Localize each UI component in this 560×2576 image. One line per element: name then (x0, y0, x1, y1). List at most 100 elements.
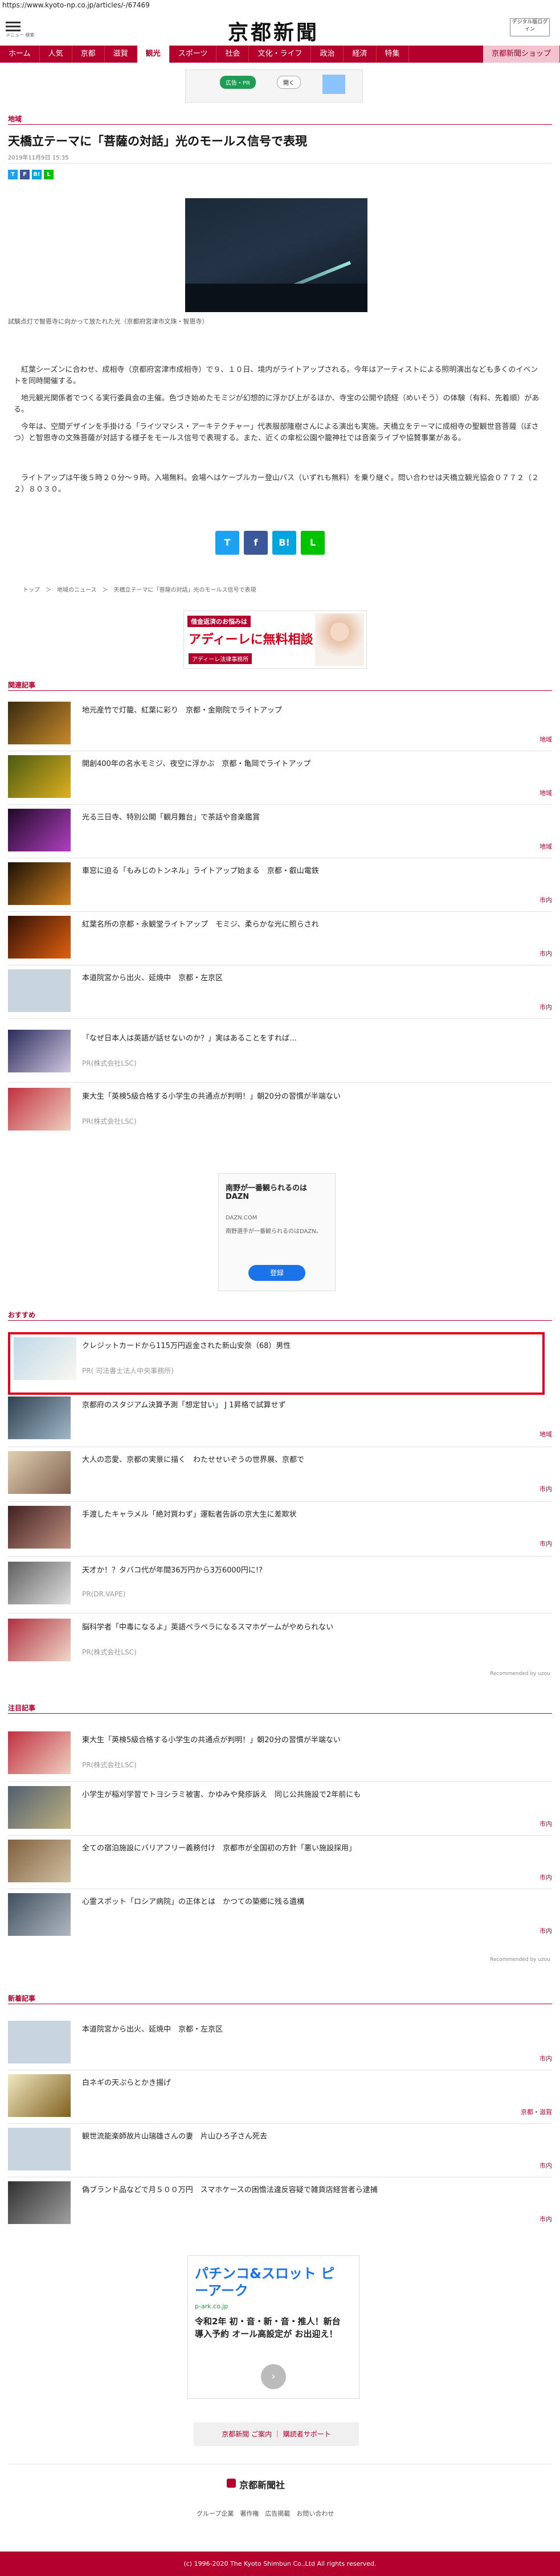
osusume-divider (8, 1320, 552, 1321)
chumoku-divider (8, 1713, 552, 1714)
item-title: 本道院宮から出火、延焼中 京都・左京区 (82, 974, 223, 982)
shinchaku-item[interactable]: 観世流能楽師故片山瑞雄さんの妻 片山ひろ子さん死去 市内 (8, 2128, 552, 2173)
related-item[interactable]: 開創400年の名水モミジ、夜空に浮かぶ 京都・亀岡でライトアップ 地域 (8, 755, 552, 801)
item-title: 開創400年の名水モミジ、夜空に浮かぶ 京都・亀岡でライトアップ (82, 760, 311, 768)
shinchaku-item[interactable]: 偽ブランド品などで月５００万円 スマホケースの困憺法違反容疑で雑貨店経営者ら逮捕… (8, 2181, 552, 2227)
chevron-right-icon[interactable]: › (261, 2364, 286, 2389)
share-facebook-icon[interactable]: f (244, 531, 268, 555)
divider (8, 1018, 552, 1019)
share-twitter-icon[interactable]: T (215, 531, 239, 555)
related-item[interactable]: 光る三日寺、特別公開「観月難台」で茶話や音楽鑑賞 地域 (8, 809, 552, 854)
shinchaku-item[interactable]: 白ネギの天ぷらとかき揚げ 京都・滋賀 (8, 2074, 552, 2120)
ad-domain: p-ark.co.jp (195, 2303, 228, 2310)
recommended-by[interactable]: Recommended by uzou (490, 1957, 550, 1963)
nav-item-society[interactable]: 社会 (216, 46, 250, 63)
ad-pr-button[interactable]: 広告・PR (220, 76, 256, 89)
related-pr-item[interactable]: 「なぜ日本人は英語が話せないのか？」実はあることをすれば… PR(株式会社LSC… (8, 1030, 552, 1075)
item-category: 地域 (539, 789, 552, 797)
nav-item-popular[interactable]: 人気 (40, 46, 72, 63)
item-sponsor: PR(株式会社LSC) (82, 1761, 137, 1769)
menu-label: メニュー 検索 (6, 32, 35, 38)
thumbnail (8, 2181, 71, 2224)
item-title: 東大生「英検5級合格する小学生の共通点が判明！」朝20分の習慣が半端ない (82, 1092, 341, 1101)
osusume-item[interactable]: 京都府のスタジアム決算予測「想定甘い」 J 1昇格で試算せず 地域 (8, 1396, 552, 1442)
nav-item-home[interactable]: ホーム (0, 46, 40, 63)
photo-ground (185, 284, 367, 312)
related-item[interactable]: 紅葉名所の京都・永観堂ライトアップ モミジ、柔らかな光に照らされ 市内 (8, 916, 552, 961)
thumbnail (8, 916, 71, 959)
share-hatena-small-icon[interactable]: B! (32, 170, 42, 179)
item-category: 市内 (539, 2215, 552, 2223)
shinchaku-item[interactable]: 本道院宮から出火、延焼中 京都・左京区 市内 (8, 2021, 552, 2066)
footer-logo[interactable]: 京都新聞社 (239, 2477, 285, 2491)
nav-item-shiga[interactable]: 滋賀 (105, 46, 137, 63)
address-bar-url: https://www.kyoto-np.co.jp/articles/-/67… (2, 1, 150, 9)
nav-item-tourism[interactable]: 観光 (137, 46, 170, 63)
related-item[interactable]: 本道院宮から出火、延焼中 京都・左京区 市内 (8, 969, 552, 1015)
chumoku-pr-item[interactable]: 東大生「英検5級合格する小学生の共通点が判明！」朝20分の習慣が半端ない PR(… (8, 1731, 552, 1777)
thumbnail (8, 1030, 71, 1072)
item-category: 市内 (539, 1927, 552, 1935)
share-line-small-icon[interactable]: L (44, 170, 54, 179)
divider (8, 1501, 552, 1502)
thumbnail (8, 2074, 71, 2117)
osusume-item[interactable]: 手渡したキャラメル「絶対買わず」運転者告訴の京大生に差欺状 市内 (8, 1506, 552, 1551)
item-category: 地域 (539, 1431, 552, 1438)
article-title: 天橋立テーマに「菩薩の対話」光のモールス信号で表現 (8, 134, 307, 148)
nav-item-politics[interactable]: 政治 (311, 46, 344, 63)
top-banner-ad[interactable]: 広告・PR 開く (185, 69, 363, 103)
recommended-by[interactable]: Recommended by uzou (490, 1671, 550, 1677)
share-line-icon[interactable]: L (301, 531, 325, 555)
chumoku-item[interactable]: 小学生が稲刈学習でトヨシラミ被害、かゆみや発疹訴え 同じ公共施設で2年前にも 市… (8, 1786, 552, 1832)
ad-subtext: アディーレ法律事務所 (189, 653, 252, 664)
thumbnail (8, 702, 71, 744)
item-title: 白ネギの天ぷらとかき揚げ (82, 2079, 171, 2087)
pachinko-ad[interactable]: パチンコ&スロット ピーアーク p-ark.co.jp 令和2年 初・音・新・音… (187, 2255, 359, 2399)
nav-item-features[interactable]: 特集 (377, 46, 409, 63)
item-title: 京都府のスタジアム決算予測「想定甘い」 J 1昇格で試算せず (82, 1401, 286, 1410)
thumbnail (8, 1731, 71, 1774)
item-category: 地域 (539, 736, 552, 743)
osusume-item[interactable]: クレジットカードから115万円返金された新山安奈（68）男性 PR( 司法書士法… (8, 1337, 552, 1383)
article-photo[interactable] (185, 198, 367, 313)
footer-links[interactable]: 京都新聞 ご案内 ｜ 購読者サポート (194, 2422, 359, 2446)
nav-item-sports[interactable]: スポーツ (170, 46, 217, 63)
thumbnail (8, 755, 71, 798)
ad-text: 令和2年 初・音・新・音・推人！新台導入予約 オール高設定が お出迎え！ (195, 2316, 341, 2339)
item-title: 脳科学者「中毒になるよ」英語ペラペラになるスマホゲームがやめられない (82, 1623, 334, 1632)
breadcrumb[interactable]: トップ ＞ 地域のニュース ＞ 天橋立テーマに「菩薩の対話」光のモールス信号で表… (23, 585, 256, 593)
osusume-pr-item[interactable]: 脳科学者「中毒になるよ」英語ペラペラになるスマホゲームがやめられない PR(株式… (8, 1619, 552, 1664)
chumoku-item[interactable]: 全ての宿泊施設にバリアフリー義務付け 京都市が全国初の方針「悪い施設採用」 市内 (8, 1840, 552, 1885)
related-item[interactable]: 車窓に迫る「もみじのトンネル」ライトアップ始まる 京都・叡山電鉄 市内 (8, 862, 552, 908)
digital-login-button[interactable]: デジタル版ログイン (510, 18, 550, 36)
chumoku-item[interactable]: 心霊スポット「ロシア病院」の正体とは かつての築郷に残る遺構 市内 (8, 1893, 552, 1939)
item-title: クレジットカードから115万円返金された新山安奈（68）男性 (82, 1342, 291, 1350)
nav-item-kyoto[interactable]: 京都 (72, 46, 105, 63)
footer-nav[interactable]: グループ企業 著作権 広告掲載 お問い合わせ (197, 2509, 334, 2518)
share-twitter-small-icon[interactable]: T (8, 170, 18, 179)
share-facebook-small-icon[interactable]: F (20, 170, 30, 179)
thumbnail (8, 1451, 71, 1494)
divider (8, 1082, 552, 1083)
item-sponsor: PR(株式会社LSC) (82, 1117, 137, 1125)
item-category: 市内 (539, 2055, 552, 2062)
ad-open-button[interactable]: 開く (277, 76, 301, 89)
adire-ad[interactable]: 借金返済のお悩みは アディーレに無料相談 アディーレ法律事務所 (183, 611, 367, 669)
item-title: 地元産竹で灯籠、紅葉に彩り 京都・金剛院でライトアップ (82, 706, 283, 715)
osusume-pr-item[interactable]: 天才か！？タバコ代が年間36万円から3万6000円に!? PR(DR.VAPE) (8, 1562, 552, 1607)
ad-cta-button[interactable]: 登録 (248, 1265, 305, 1281)
osusume-item[interactable]: 大人の恋愛、京都の実景に描く わたせせいぞうの世界展、京都で 市内 (8, 1451, 552, 1497)
nav-item-shop[interactable]: 京都新聞ショップ (483, 46, 560, 63)
item-title: 心霊スポット「ロシア病院」の正体とは かつての築郷に残る遺構 (82, 1898, 305, 1906)
nav-item-economy[interactable]: 経済 (344, 46, 377, 63)
dazn-ad[interactable]: 南野が一番観られるのはDAZN DAZN.COM 南野選手が一番観られるのはDA… (218, 1173, 336, 1291)
osusume-label: おすすめ (8, 1311, 36, 1319)
share-hatena-icon[interactable]: B! (272, 531, 296, 555)
nav-item-culture[interactable]: 文化・ライフ (249, 46, 312, 63)
related-item[interactable]: 地元産竹で灯籠、紅葉に彩り 京都・金剛院でライトアップ 地域 (8, 702, 552, 747)
site-logo[interactable]: 京都新聞 (228, 16, 319, 46)
item-title: 光る三日寺、特別公開「観月難台」で茶話や音楽鑑賞 (82, 813, 260, 822)
ad-headline: アディーレに無料相談 (189, 633, 313, 647)
related-label: 関連記事 (8, 681, 36, 689)
related-pr-item[interactable]: 東大生「英検5級合格する小学生の共通点が判明！」朝20分の習慣が半端ない PR(… (8, 1088, 552, 1133)
